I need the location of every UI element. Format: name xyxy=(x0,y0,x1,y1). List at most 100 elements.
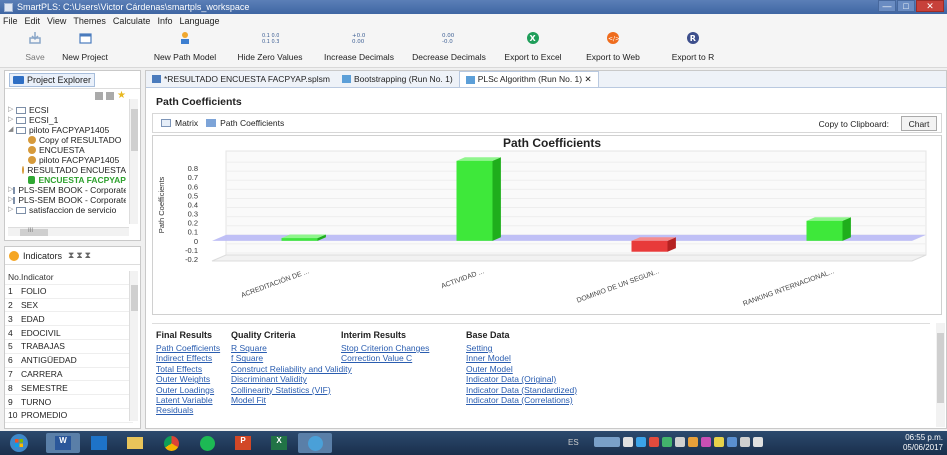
tree-item[interactable]: ▷ PLS-SEM BOOK - Corporate xyxy=(8,185,126,195)
result-link[interactable]: Outer Weights xyxy=(156,374,220,384)
result-link[interactable]: f Square xyxy=(231,353,352,363)
explorer-taskbar-icon[interactable] xyxy=(118,433,152,453)
menu-view[interactable]: View xyxy=(47,16,66,26)
expand-toggle-icon[interactable]: ▷ xyxy=(8,205,16,215)
explorer-horizontal-scrollbar[interactable]: III xyxy=(8,227,129,236)
close-button[interactable]: ✕ xyxy=(916,0,944,12)
tree-item[interactable]: ENCUESTA xyxy=(8,145,126,155)
indicators-scrollbar[interactable] xyxy=(129,271,138,421)
tray-icon-3[interactable] xyxy=(649,437,659,447)
tray-icon-2[interactable] xyxy=(636,437,646,447)
tree-item[interactable]: Copy of RESULTADO xyxy=(8,135,126,145)
menu-themes[interactable]: Themes xyxy=(73,16,106,26)
indicator-row[interactable]: 1 FOLIO xyxy=(5,285,133,299)
indicator-row[interactable]: 2 SEX xyxy=(5,299,133,313)
start-button[interactable] xyxy=(6,433,32,453)
result-link[interactable]: Total Effects xyxy=(156,364,220,374)
tree-item[interactable]: ▷ ECSI xyxy=(8,105,126,115)
result-link[interactable]: Latent Variable xyxy=(156,395,220,405)
menu-info[interactable]: Info xyxy=(157,16,172,26)
new-path-model-button[interactable]: New Path Model xyxy=(140,29,230,62)
minimize-button[interactable]: — xyxy=(878,0,896,12)
word-taskbar-icon[interactable]: W xyxy=(46,433,80,453)
tray-icon-1[interactable] xyxy=(623,437,633,447)
result-link[interactable]: Indicator Data (Standardized) xyxy=(466,385,577,395)
tree-item[interactable]: ▷ ECSI_1 xyxy=(8,115,126,125)
spotify-taskbar-icon[interactable] xyxy=(190,433,224,453)
tray-icon-9[interactable] xyxy=(727,437,737,447)
indicators-tab[interactable]: Indicators xyxy=(23,251,62,261)
powerpoint-taskbar-icon[interactable]: P xyxy=(226,433,260,453)
result-link[interactable]: Stop Criterion Changes xyxy=(341,343,429,353)
editor-tab[interactable]: Bootstrapping (Run No. 1) xyxy=(336,71,459,87)
results-scrollbar[interactable] xyxy=(936,323,945,427)
indicator-row[interactable]: 4 EDOCIVIL xyxy=(5,326,133,340)
tree-item[interactable]: ◢ piloto FACPYAP1405 xyxy=(8,125,126,135)
tray-icon-5[interactable] xyxy=(675,437,685,447)
language-indicator[interactable]: ES xyxy=(568,438,579,447)
result-link[interactable]: Setting xyxy=(466,343,577,353)
tab-path-coefficients[interactable]: Path Coefficients xyxy=(206,118,284,128)
result-link[interactable]: Model Fit xyxy=(231,395,352,405)
result-link[interactable]: Construct Reliability and Validity xyxy=(231,364,352,374)
indicator-row[interactable]: 8 SEMESTRE xyxy=(5,381,133,396)
result-link[interactable]: Indicator Data (Original) xyxy=(466,374,577,384)
network-icon[interactable] xyxy=(740,437,750,447)
indicator-row[interactable]: 9 TURNO xyxy=(5,395,133,409)
expand-all-icon[interactable] xyxy=(106,92,115,100)
new-project-button[interactable]: New Project xyxy=(40,29,130,62)
menu-file[interactable]: File xyxy=(3,16,18,26)
tray-icon-8[interactable] xyxy=(714,437,724,447)
result-link[interactable]: Indicator Data (Correlations) xyxy=(466,395,577,405)
clock[interactable]: 06:55 p.m. 05/06/2017 xyxy=(903,433,943,453)
increase-decimals-button[interactable]: +0.0 0.00 Increase Decimals xyxy=(314,29,404,63)
indicator-row[interactable]: 3 EDAD xyxy=(5,312,133,327)
explorer-vertical-scrollbar[interactable] xyxy=(129,99,138,224)
result-link[interactable]: Outer Model xyxy=(466,364,577,374)
indicator-row[interactable]: 7 CARRERA xyxy=(5,368,133,382)
editor-tab[interactable]: PLSc Algorithm (Run No. 1) ✕ xyxy=(458,71,599,87)
expand-toggle-icon[interactable]: ▷ xyxy=(8,105,16,115)
tree-item[interactable]: ▷ satisfaccion de servicio xyxy=(8,205,126,215)
star-icon[interactable]: ★ xyxy=(117,91,126,101)
hide-zero-values-button[interactable]: 0.1 0.0 0.1 0.3 Hide Zero Values xyxy=(225,29,315,63)
result-link[interactable]: Correction Value C xyxy=(341,353,429,363)
outlook-taskbar-icon[interactable] xyxy=(82,433,116,453)
keyboard-icon[interactable] xyxy=(594,437,620,447)
chrome-taskbar-icon[interactable] xyxy=(154,433,188,453)
result-link[interactable]: Path Coefficients xyxy=(156,343,220,353)
menu-language[interactable]: Language xyxy=(179,16,219,26)
result-link[interactable]: R Square xyxy=(231,343,352,353)
tree-item[interactable]: RESULTADO ENCUESTA xyxy=(8,165,126,175)
result-link[interactable]: Indirect Effects xyxy=(156,353,220,363)
tray-icon-6[interactable] xyxy=(688,437,698,447)
smartpls-taskbar-icon[interactable] xyxy=(298,433,332,453)
maximize-button[interactable]: □ xyxy=(897,0,915,12)
result-link[interactable]: Inner Model xyxy=(466,353,577,363)
result-link[interactable]: Collinearity Statistics (VIF) xyxy=(231,385,352,395)
result-link[interactable]: Discriminant Validity xyxy=(231,374,352,384)
menu-edit[interactable]: Edit xyxy=(25,16,41,26)
export-excel-button[interactable]: X Export to Excel xyxy=(488,29,578,62)
tray-icon-7[interactable] xyxy=(701,437,711,447)
expand-toggle-icon[interactable]: ▷ xyxy=(8,115,16,125)
excel-taskbar-icon[interactable]: X xyxy=(262,433,296,453)
export-web-button[interactable]: </> Export to Web xyxy=(568,29,658,62)
result-link[interactable]: Outer Loadings xyxy=(156,385,220,395)
decrease-decimals-button[interactable]: 0.00 -0.0 Decrease Decimals xyxy=(404,29,494,63)
tab-matrix[interactable]: Matrix xyxy=(161,118,198,128)
tree-item[interactable]: ▷ PLS-SEM BOOK - Corporate xyxy=(8,195,126,205)
tree-item[interactable]: piloto FACPYAP1405 xyxy=(8,155,126,165)
editor-tab[interactable]: *RESULTADO ENCUESTA FACPYAP.splsm xyxy=(146,71,336,87)
filter-icons[interactable]: ⧗⧗⧗ xyxy=(68,250,93,261)
project-explorer-tab[interactable]: Project Explorer xyxy=(9,72,96,87)
indicator-row[interactable]: 5 TRABAJAS xyxy=(5,340,133,354)
chart-button[interactable]: Chart xyxy=(901,116,937,131)
indicator-row[interactable]: 6 ANTIGÜEDAD xyxy=(5,354,133,368)
tray-icon-4[interactable] xyxy=(662,437,672,447)
collapse-all-icon[interactable] xyxy=(95,92,104,100)
menu-calculate[interactable]: Calculate xyxy=(113,16,151,26)
expand-toggle-icon[interactable]: ◢ xyxy=(8,125,16,135)
volume-icon[interactable] xyxy=(753,437,763,447)
indicator-row[interactable]: 10 PROMEDIO xyxy=(5,409,133,423)
